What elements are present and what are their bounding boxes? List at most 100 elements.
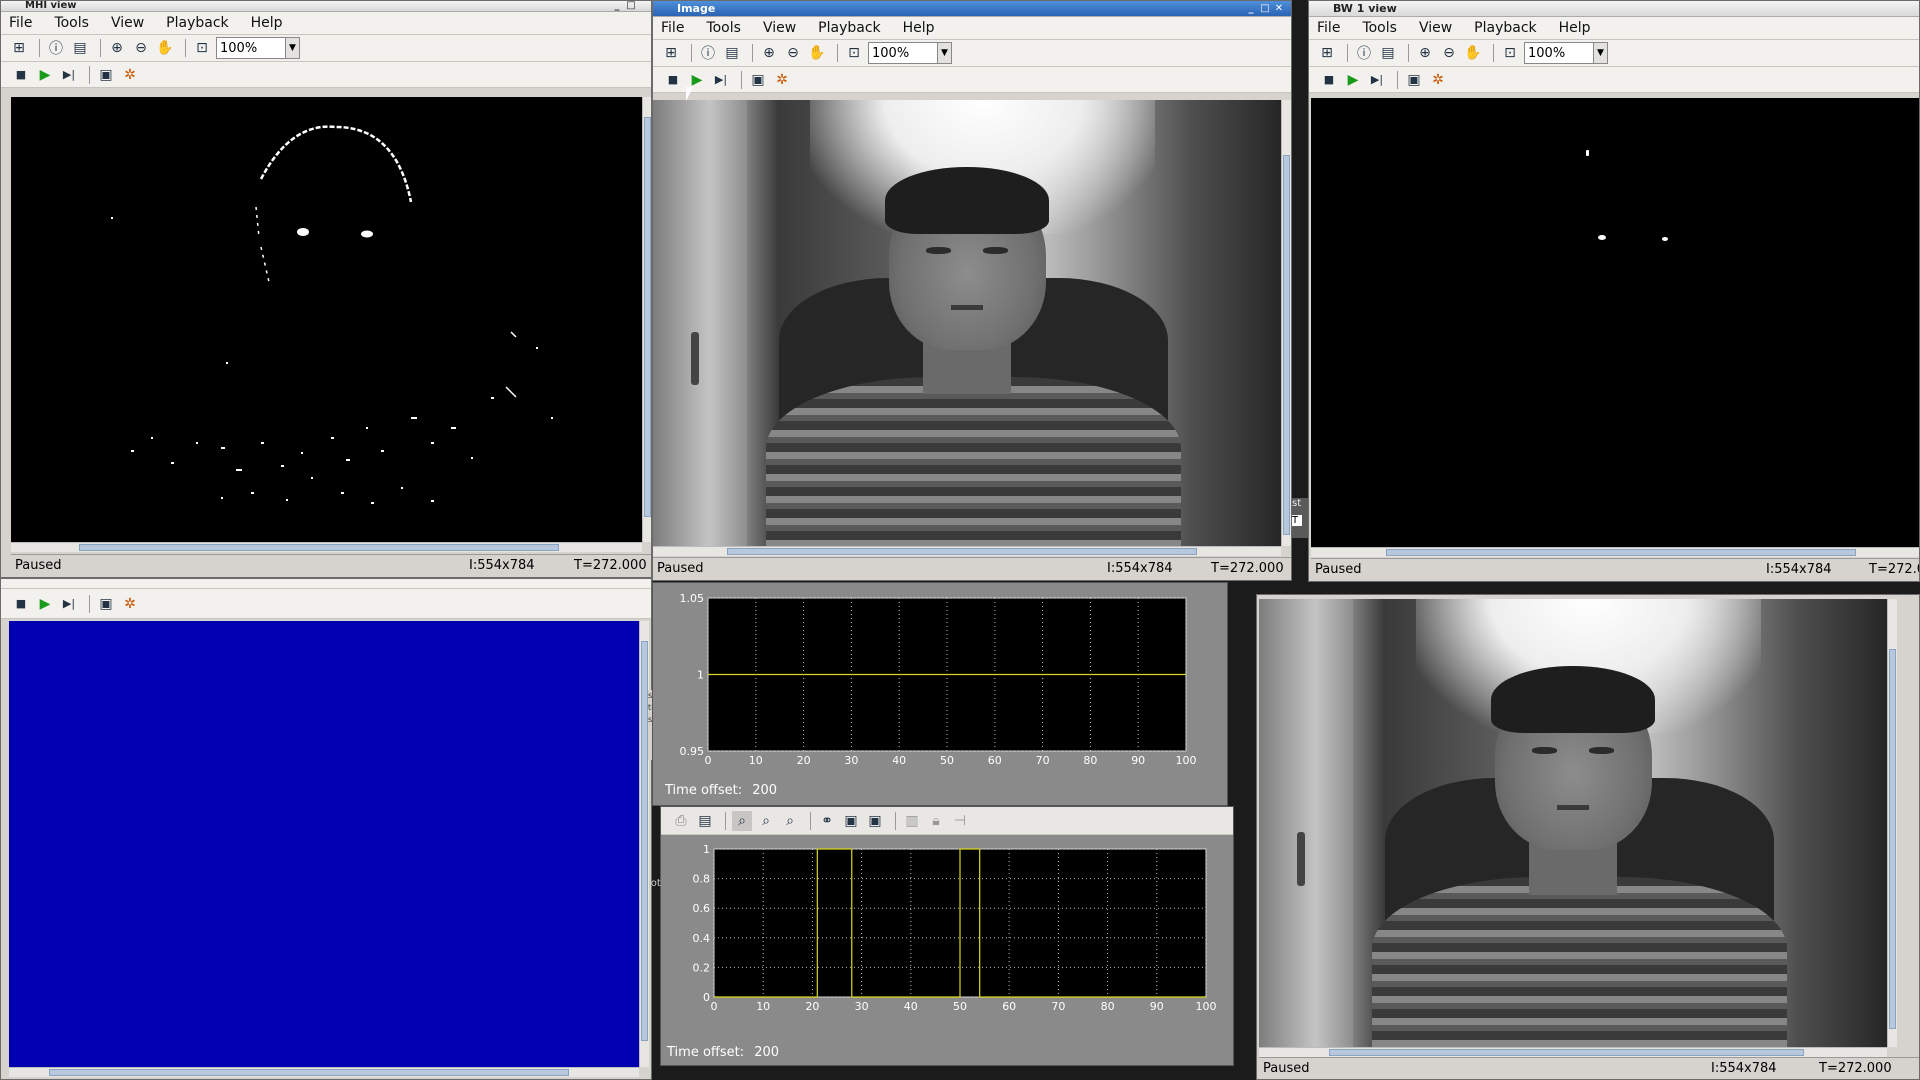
stop-icon[interactable]: ■ <box>11 594 31 614</box>
signal-selector-icon[interactable]: ⊣ <box>950 811 970 831</box>
fit-to-view-icon[interactable]: ⊡ <box>192 38 212 58</box>
menu-view[interactable]: View <box>1419 20 1452 36</box>
minimize-icon[interactable]: _ <box>1245 1 1257 16</box>
step-forward-icon[interactable]: ▶| <box>59 594 79 614</box>
chevron-down-icon[interactable]: ▼ <box>1593 43 1607 63</box>
step-forward-icon[interactable]: ▶| <box>59 65 79 85</box>
step-forward-icon[interactable]: ▶| <box>711 70 731 90</box>
bottom-right-vertical-scrollbar[interactable] <box>1887 599 1897 1047</box>
scroll-thumb[interactable] <box>1329 1049 1804 1056</box>
parameters-icon[interactable]: ▤ <box>695 811 715 831</box>
step-forward-icon[interactable]: ▶| <box>1367 70 1387 90</box>
zoom-in-icon[interactable]: ⊕ <box>1415 43 1435 63</box>
highlight-simulink-icon[interactable]: ✲ <box>120 594 140 614</box>
print-icon[interactable]: ⎙ <box>671 811 691 831</box>
scroll-thumb[interactable] <box>641 641 648 1041</box>
scroll-thumb[interactable] <box>49 1069 569 1076</box>
scroll-thumb[interactable] <box>727 548 1197 555</box>
pan-hand-icon[interactable]: ✋ <box>1463 43 1483 63</box>
highlight-simulink-icon[interactable]: ✲ <box>1428 70 1448 90</box>
info-icon[interactable]: ⓘ <box>1354 43 1374 63</box>
bw-titlebar[interactable]: BW 1 view <box>1309 1 1919 17</box>
fragment-text: T <box>1292 515 1302 526</box>
menu-view[interactable]: View <box>111 15 144 31</box>
zoom-out-icon[interactable]: ⊖ <box>1439 43 1459 63</box>
scroll-thumb[interactable] <box>1283 155 1290 535</box>
fit-to-view-icon[interactable]: ⊡ <box>1500 43 1520 63</box>
menu-help[interactable]: Help <box>251 15 283 31</box>
menu-playback[interactable]: Playback <box>1474 20 1536 36</box>
menu-tools[interactable]: Tools <box>54 15 89 31</box>
menu-help[interactable]: Help <box>903 20 935 36</box>
zoom-in-icon[interactable]: ⊕ <box>107 38 127 58</box>
zoom-icon[interactable]: ⌕ <box>732 810 752 831</box>
menu-help[interactable]: Help <box>1559 20 1591 36</box>
pan-hand-icon[interactable]: ✋ <box>807 43 827 63</box>
lock-icon[interactable]: 🔒︎ <box>926 811 946 831</box>
zoom-select[interactable]: 100% ▼ <box>868 42 952 64</box>
minimize-icon[interactable]: _ <box>611 1 623 11</box>
snapshot-icon[interactable]: ▣ <box>748 70 768 90</box>
stop-icon[interactable]: ■ <box>11 65 31 85</box>
menu-file[interactable]: File <box>661 20 684 36</box>
blue-vertical-scrollbar[interactable] <box>639 621 649 1067</box>
zoom-select[interactable]: 100% ▼ <box>216 37 300 59</box>
zoom-out-icon[interactable]: ⊖ <box>131 38 151 58</box>
properties-icon[interactable]: ▤ <box>722 43 742 63</box>
zoom-select[interactable]: 100% ▼ <box>1524 42 1608 64</box>
maximize-icon[interactable]: □ <box>1259 1 1271 16</box>
mhi-vertical-scrollbar[interactable] <box>642 97 651 542</box>
menu-file[interactable]: File <box>9 15 32 31</box>
info-icon[interactable]: ⓘ <box>698 43 718 63</box>
properties-icon[interactable]: ▤ <box>70 38 90 58</box>
mhi-horizontal-scrollbar[interactable] <box>11 542 642 552</box>
image-horizontal-scrollbar[interactable] <box>653 546 1281 556</box>
new-scope-icon[interactable]: ⊞ <box>9 38 29 58</box>
mhi-titlebar[interactable]: MHI view _ □ <box>1 1 651 12</box>
save-axes-icon[interactable]: ▣ <box>841 811 861 831</box>
fit-to-view-icon[interactable]: ⊡ <box>844 43 864 63</box>
zoom-in-icon[interactable]: ⊕ <box>759 43 779 63</box>
info-icon[interactable]: ⓘ <box>46 38 66 58</box>
zoom-y-icon[interactable]: ⌕ <box>780 811 800 831</box>
scroll-thumb[interactable] <box>79 544 559 551</box>
bw-horizontal-scrollbar[interactable] <box>1311 547 1919 557</box>
highlight-simulink-icon[interactable]: ✲ <box>772 70 792 90</box>
scroll-thumb[interactable] <box>1386 549 1856 556</box>
snapshot-icon[interactable]: ▣ <box>1404 70 1424 90</box>
close-icon[interactable]: ✕ <box>1273 1 1285 16</box>
snapshot-icon[interactable]: ▣ <box>96 65 116 85</box>
image-titlebar[interactable]: Image _ □ ✕ <box>653 1 1291 17</box>
stop-icon[interactable]: ■ <box>663 70 683 90</box>
snapshot-icon[interactable]: ▣ <box>96 594 116 614</box>
chevron-down-icon[interactable]: ▼ <box>937 43 951 63</box>
menu-playback[interactable]: Playback <box>818 20 880 36</box>
new-scope-icon[interactable]: ⊞ <box>661 43 681 63</box>
blue-horizontal-scrollbar[interactable] <box>9 1067 639 1077</box>
chevron-down-icon[interactable]: ▼ <box>285 38 299 58</box>
image-vertical-scrollbar[interactable] <box>1281 100 1291 546</box>
scroll-thumb[interactable] <box>644 117 651 517</box>
properties-icon[interactable]: ▤ <box>1378 43 1398 63</box>
menu-tools[interactable]: Tools <box>1362 20 1397 36</box>
play-icon[interactable]: ▶ <box>35 65 55 85</box>
play-icon[interactable]: ▶ <box>35 594 55 614</box>
stop-icon[interactable]: ■ <box>1319 70 1339 90</box>
scroll-thumb[interactable] <box>1889 649 1896 1029</box>
zoom-out-icon[interactable]: ⊖ <box>783 43 803 63</box>
highlight-simulink-icon[interactable]: ✲ <box>120 65 140 85</box>
menu-playback[interactable]: Playback <box>166 15 228 31</box>
pan-hand-icon[interactable]: ✋ <box>155 38 175 58</box>
time-offset-value: 200 <box>754 1045 780 1060</box>
menu-view[interactable]: View <box>763 20 796 36</box>
bottom-right-horizontal-scrollbar[interactable] <box>1259 1047 1887 1057</box>
menu-file[interactable]: File <box>1317 20 1340 36</box>
menu-tools[interactable]: Tools <box>706 20 741 36</box>
floating-scope-icon[interactable]: ▥ <box>902 811 922 831</box>
zoom-x-icon[interactable]: ⌕ <box>756 811 776 831</box>
play-icon[interactable]: ▶ <box>1343 70 1363 90</box>
autoscale-binoculars-icon[interactable]: ⚭ <box>817 811 837 831</box>
maximize-icon[interactable]: □ <box>625 1 637 11</box>
restore-axes-icon[interactable]: ▣ <box>865 811 885 831</box>
new-scope-icon[interactable]: ⊞ <box>1317 43 1337 63</box>
